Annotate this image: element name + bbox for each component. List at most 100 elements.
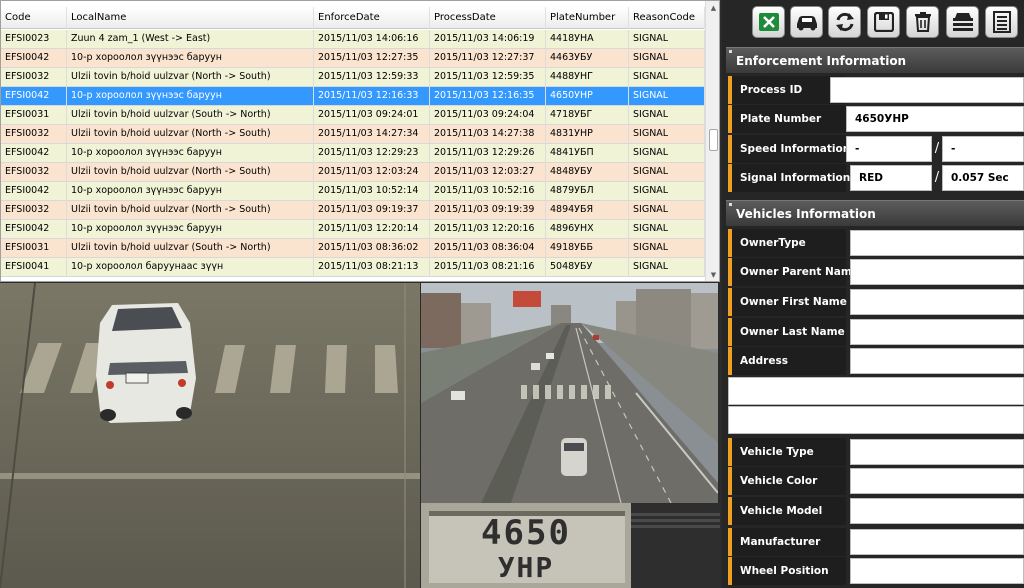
wheel-position-field[interactable] (850, 558, 1024, 584)
scroll-thumb[interactable] (709, 129, 718, 151)
column-header[interactable]: Code (1, 7, 67, 29)
table-cell: 4848УБУ (546, 163, 629, 182)
table-cell: EFSI0032 (1, 201, 67, 220)
table-row[interactable]: EFSI0031 Ulzii tovin b/hoid uulzvar (Sout… (1, 106, 705, 125)
plate-number-field[interactable]: 4650УНР (846, 106, 1024, 132)
table-cell: SIGNAL (629, 144, 705, 163)
table-cell: Ulzii tovin b/hoid uulzvar (North -> Sou… (67, 125, 314, 144)
delete-button[interactable] (906, 6, 939, 38)
vehicle-search-button[interactable] (790, 6, 823, 38)
table-cell: 2015/11/03 12:20:14 (314, 220, 430, 239)
owner-first-field[interactable] (850, 289, 1024, 315)
table-row[interactable]: EFSI0042 10-р хороолол зүүнээс баруун 2015… (1, 182, 705, 201)
vehicle-type-row: Vehicle Type (728, 438, 1024, 466)
list-icon (992, 11, 1011, 33)
save-button[interactable] (867, 6, 900, 38)
table-cell: SIGNAL (629, 182, 705, 201)
address-line-3-field[interactable] (728, 406, 1024, 434)
table-cell: SIGNAL (629, 201, 705, 220)
table-row[interactable]: EFSI0032 Ulzii tovin b/hoid uulzvar (Nort… (1, 68, 705, 87)
vehicle-model-field[interactable] (850, 498, 1024, 524)
table-cell: Ulzii tovin b/hoid uulzvar (South -> Nor… (67, 239, 314, 258)
vehicle-database-button[interactable] (946, 6, 979, 38)
column-header[interactable]: PlateNumber (546, 7, 629, 29)
table-cell: EFSI0042 (1, 87, 67, 106)
owner-type-field[interactable] (850, 230, 1024, 256)
table-cell: 4896УНХ (546, 220, 629, 239)
column-header[interactable]: ReasonCode (629, 7, 705, 29)
vehicles-section-header: Vehicles Information (726, 200, 1024, 226)
table-cell: 2015/11/03 12:03:27 (430, 163, 546, 182)
table-cell: SIGNAL (629, 220, 705, 239)
signal-info-label: Signal Information (728, 164, 850, 192)
signal-value-field[interactable]: RED (850, 165, 932, 191)
scroll-down-icon[interactable]: ▼ (706, 268, 719, 281)
owner-parent-field[interactable] (850, 259, 1024, 285)
wheel-position-row: Wheel Position (728, 557, 1024, 585)
table-cell: EFSI0042 (1, 220, 67, 239)
owner-type-row: OwnerType (728, 229, 1024, 257)
column-header[interactable]: ProcessDate (430, 7, 546, 29)
owner-last-field[interactable] (850, 319, 1024, 345)
plate-crop-letters: УНР (497, 551, 555, 584)
table-row[interactable]: EFSI0023 Zuun 4 zam_1 (West -> East) 2015/… (1, 30, 705, 49)
speed-limit-field[interactable]: - (942, 136, 1024, 162)
table-cell: 2015/11/03 12:16:33 (314, 87, 430, 106)
owner-parent-label: Owner Parent Name (728, 258, 859, 286)
owner-parent-row: Owner Parent Name (728, 258, 1024, 286)
table-body[interactable]: EFSI0023 Zuun 4 zam_1 (West -> East) 2015/… (1, 30, 705, 281)
table-cell: 2015/11/03 12:59:33 (314, 68, 430, 87)
table-cell: 2015/11/03 10:52:14 (314, 182, 430, 201)
table-cell: 2015/11/03 10:52:16 (430, 182, 546, 201)
list-view-button[interactable] (985, 6, 1018, 38)
table-cell: SIGNAL (629, 49, 705, 68)
table-cell: 10-р хороолол зүүнээс баруун (67, 144, 314, 163)
table-row[interactable]: EFSI0042 10-р хороолол зүүнээс баруун 2015… (1, 144, 705, 163)
manufacturer-label: Manufacturer (728, 528, 846, 556)
table-row[interactable]: EFSI0041 10-р хороолол баруунаас зүүн 2015… (1, 258, 705, 277)
table-row[interactable]: EFSI0042 10-р хороолол зүүнээс баруун 2015… (1, 220, 705, 239)
table-cell: 2015/11/03 12:59:35 (430, 68, 546, 87)
table-cell: Ulzii tovin b/hoid uulzvar (North -> Sou… (67, 201, 314, 220)
table-cell: EFSI0041 (1, 258, 67, 277)
address-row: Address (728, 347, 1024, 375)
table-cell: 10-р хороолол зүүнээс баруун (67, 49, 314, 68)
plate-crop-image: 4650 УНР (421, 503, 631, 588)
table-row[interactable]: EFSI0032 Ulzii tovin b/hoid uulzvar (Nort… (1, 163, 705, 182)
excel-export-button[interactable] (752, 6, 785, 38)
excel-icon (758, 13, 779, 31)
plate-number-label: Plate Number (728, 105, 846, 133)
table-cell: 2015/11/03 14:27:34 (314, 125, 430, 144)
table-row[interactable]: EFSI0042 10-р хороолол зүүнээс баруун 2015… (1, 49, 705, 68)
column-header[interactable]: EnforceDate (314, 7, 430, 29)
table-cell: 2015/11/03 09:24:01 (314, 106, 430, 125)
speed-info-label: Speed Information (728, 135, 850, 163)
violations-table[interactable]: Code LocalName EnforceDate ProcessDate Plate… (0, 0, 720, 282)
table-row[interactable]: EFSI0032 Ulzii tovin b/hoid uulzvar (Nort… (1, 125, 705, 144)
table-cell: 2015/11/03 14:06:16 (314, 30, 430, 49)
plate-number-row: Plate Number 4650УНР (728, 105, 1024, 133)
table-cell: 2015/11/03 08:21:16 (430, 258, 546, 277)
speed-info-row: Speed Information - / - (728, 135, 1024, 163)
speed-value-field[interactable]: - (846, 136, 932, 162)
table-cell: Ulzii tovin b/hoid uulzvar (North -> Sou… (67, 68, 314, 87)
table-cell: 10-р хороолол зүүнээс баруун (67, 220, 314, 239)
table-scrollbar[interactable]: ▲ ▼ (705, 1, 719, 281)
table-row[interactable]: EFSI0032 Ulzii tovin b/hoid uulzvar (Nort… (1, 201, 705, 220)
vehicles-section-title: Vehicles Information (736, 207, 876, 221)
address-field[interactable] (850, 348, 1024, 374)
scroll-up-icon[interactable]: ▲ (706, 1, 719, 15)
table-row[interactable]: EFSI0031 Ulzii tovin b/hoid uulzvar (Sout… (1, 239, 705, 258)
manufacturer-field[interactable] (850, 529, 1024, 555)
vehicle-type-field[interactable] (850, 439, 1024, 465)
refresh-button[interactable] (828, 6, 861, 38)
table-cell: 2015/11/03 09:19:39 (430, 201, 546, 220)
table-cell: SIGNAL (629, 239, 705, 258)
vehicle-color-field[interactable] (850, 468, 1024, 494)
table-row[interactable]: EFSI0042 10-р хороолол зүүнээс баруун 2015… (1, 87, 705, 106)
column-header[interactable]: LocalName (67, 7, 314, 29)
address-line-2-field[interactable] (728, 377, 1024, 405)
signal-time-field[interactable]: 0.057 Sec (942, 165, 1024, 191)
process-id-field[interactable] (830, 77, 1024, 103)
toolbar (722, 0, 1024, 44)
